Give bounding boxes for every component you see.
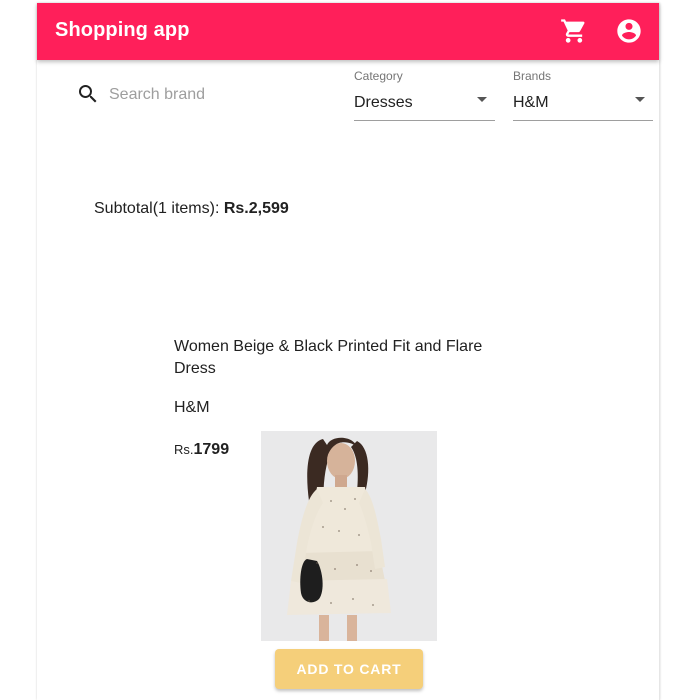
subtotal-label: Subtotal(1 items): [94,200,224,217]
subtotal: Subtotal(1 items): Rs.2,599 [94,200,289,218]
cart-icon[interactable] [560,17,588,45]
search-icon [76,82,100,106]
brands-select[interactable]: Brands H&M [513,69,653,121]
app-frame: Shopping app Category Dresses Brands H&M… [37,3,660,700]
app-bar: Shopping app [37,3,659,60]
subtotal-amount: Rs.2,599 [223,200,289,217]
category-label: Category [354,69,403,83]
category-dropdown-arrow-icon [477,97,487,102]
category-underline [354,120,495,121]
brands-dropdown-arrow-icon [635,97,645,102]
category-select[interactable]: Category Dresses [354,69,495,121]
add-to-cart-button[interactable]: ADD TO CART [275,649,423,689]
product-title: Women Beige & Black Printed Fit and Flar… [174,338,483,377]
product-price: Rs.1799 [174,441,229,459]
brands-value: H&M [513,94,549,111]
product-brand: H&M [174,399,210,416]
search-brand-input[interactable] [109,83,299,107]
product-image[interactable] [261,431,437,641]
brands-label: Brands [513,69,552,83]
category-value: Dresses [354,94,413,111]
price-currency: Rs. [174,442,194,457]
account-circle-icon[interactable] [615,17,643,45]
app-title: Shopping app [55,19,190,41]
price-value: 1799 [193,441,230,458]
brands-underline [513,120,653,121]
